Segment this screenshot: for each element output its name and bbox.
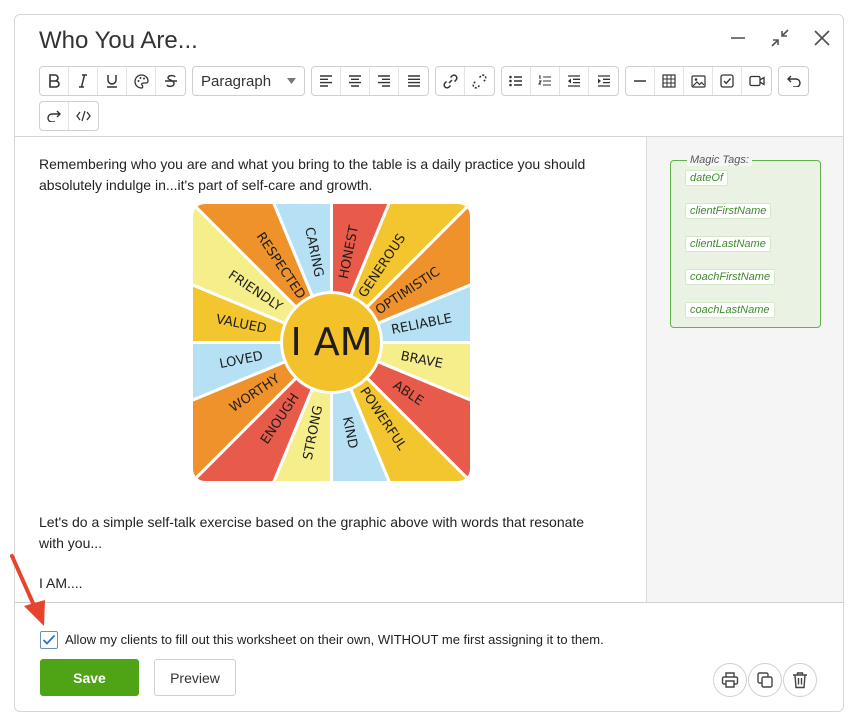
indent-button[interactable] — [589, 67, 618, 95]
align-left-icon — [320, 75, 332, 87]
exercise-paragraph: Let's do a simple self-talk exercise bas… — [39, 514, 585, 551]
bullet-list-icon — [509, 75, 522, 87]
table-icon — [662, 74, 676, 88]
link-icon — [442, 73, 458, 89]
intro-paragraph: Remembering who you are and what you bri… — [39, 156, 586, 193]
editor-content[interactable]: Remembering who you are and what you bri… — [15, 136, 646, 603]
allow-self-fill-label: Allow my clients to fill out this worksh… — [65, 632, 604, 647]
code-view-icon — [76, 110, 91, 122]
close-button[interactable] — [809, 25, 835, 51]
bullet-list-button[interactable] — [502, 67, 531, 95]
unlink-button[interactable] — [465, 67, 494, 95]
magic-tag[interactable]: coachFirstName — [685, 269, 776, 285]
outdent-icon — [568, 75, 580, 87]
align-right-button[interactable] — [370, 67, 399, 95]
image-icon — [690, 74, 706, 88]
underline-icon — [107, 75, 117, 88]
dialog-footer: Allow my clients to fill out this worksh… — [15, 602, 843, 711]
editor-toolbar: Paragraph — [39, 66, 809, 136]
magic-tags-legend: Magic Tags: — [687, 154, 752, 166]
horizontal-rule-button[interactable] — [626, 67, 655, 95]
strikethrough-button[interactable] — [156, 67, 185, 95]
indent-icon — [597, 75, 610, 87]
numbered-list-icon — [538, 75, 551, 86]
save-button[interactable]: Save — [40, 659, 139, 696]
strikethrough-icon — [164, 74, 177, 88]
align-left-button[interactable] — [312, 67, 341, 95]
magic-tag[interactable]: coachLastName — [685, 302, 775, 318]
block-format-value: Paragraph — [201, 72, 272, 90]
align-center-icon — [349, 75, 361, 87]
magic-tags-box: Magic Tags: dateOf clientFirstName clien… — [670, 154, 821, 328]
insert-link-button[interactable] — [436, 67, 465, 95]
insert-checkbox-button[interactable] — [713, 67, 742, 95]
underline-button[interactable] — [98, 67, 127, 95]
print-button[interactable] — [713, 663, 747, 697]
align-justify-icon — [407, 75, 420, 87]
checkbox-icon — [720, 74, 734, 88]
close-icon — [814, 30, 830, 46]
code-view-button[interactable] — [69, 102, 98, 130]
redo-button[interactable] — [40, 102, 69, 130]
align-center-button[interactable] — [341, 67, 370, 95]
color-button[interactable] — [127, 67, 156, 95]
video-icon — [748, 75, 765, 87]
minimize-icon — [731, 37, 745, 39]
copy-icon — [757, 672, 773, 688]
undo-icon — [786, 75, 801, 87]
insert-image-button[interactable] — [684, 67, 713, 95]
bold-icon — [49, 74, 60, 88]
collapse-icon — [771, 29, 789, 47]
numbered-list-button[interactable] — [531, 67, 560, 95]
allow-self-fill-checkbox[interactable] — [40, 631, 58, 649]
i-am-graphic: HONEST GENEROUS OPTIMISTIC RELIABLE BRAVE ABL… — [193, 204, 470, 481]
align-right-icon — [378, 75, 390, 87]
undo-button[interactable] — [779, 67, 808, 95]
horizontal-rule-icon — [634, 80, 646, 82]
i-am-sunburst: HONESTGENEROUSOPTIMISTICRELIABLEBRAVEABL… — [193, 204, 470, 481]
magic-tag[interactable]: clientFirstName — [685, 203, 772, 219]
delete-icon — [793, 672, 807, 689]
minimize-button[interactable] — [725, 25, 751, 51]
sunburst-center-label: I AM — [290, 320, 372, 364]
collapse-button[interactable] — [767, 25, 793, 51]
print-icon — [721, 672, 739, 688]
magic-tag[interactable]: clientLastName — [685, 236, 771, 252]
annotation-arrow — [10, 554, 45, 626]
checkmark-icon — [42, 634, 56, 645]
align-justify-button[interactable] — [399, 67, 428, 95]
unlink-icon — [472, 73, 487, 89]
outdent-button[interactable] — [560, 67, 589, 95]
italic-button[interactable] — [69, 67, 98, 95]
delete-button[interactable] — [783, 663, 817, 697]
magic-tag[interactable]: dateOf — [685, 170, 729, 186]
italic-icon — [79, 74, 87, 88]
dialog-title: Who You Are... — [39, 27, 198, 54]
color-palette-icon — [133, 73, 149, 89]
magic-tags-panel: Magic Tags: dateOf clientFirstName clien… — [646, 136, 843, 603]
insert-video-button[interactable] — [742, 67, 771, 95]
preview-button[interactable]: Preview — [154, 659, 236, 696]
duplicate-button[interactable] — [748, 663, 782, 697]
insert-table-button[interactable] — [655, 67, 684, 95]
redo-icon — [47, 110, 61, 122]
bold-button[interactable] — [40, 67, 69, 95]
caret-down-icon — [287, 78, 296, 84]
worksheet-dialog: Who You Are... Paragraph Remembering who… — [14, 14, 844, 712]
block-format-select[interactable]: Paragraph — [192, 66, 305, 96]
